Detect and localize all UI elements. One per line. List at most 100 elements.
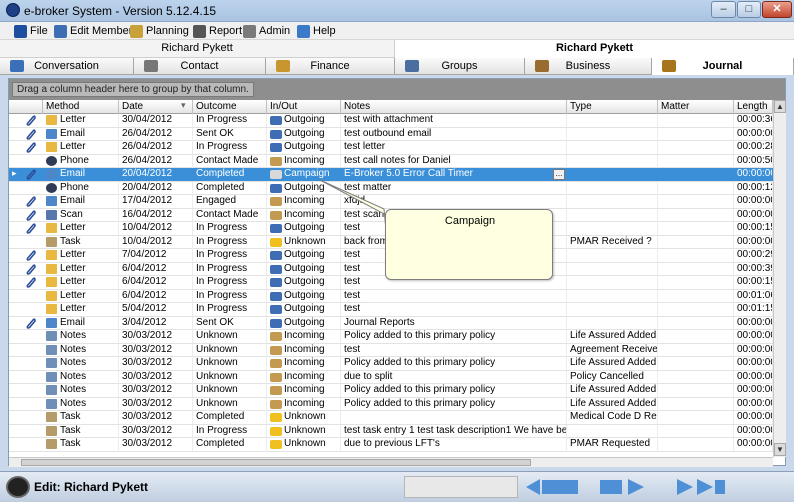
tab-finance[interactable]: Finance	[266, 58, 395, 75]
tab-business[interactable]: Business	[525, 58, 652, 75]
date-text: 30/03/2012	[122, 343, 173, 355]
email-icon	[46, 196, 57, 206]
task-icon	[46, 439, 57, 449]
table-row[interactable]: Letter 6/04/2012 In Progress Outgoing test 00…	[9, 289, 773, 303]
cell-io: Incoming	[267, 330, 341, 343]
length-text: 00:00:00	[737, 438, 773, 449]
table-row[interactable]: Task 30/03/2012 Completed Unknown Medical Co…	[9, 411, 773, 425]
menu-admin[interactable]: Admin	[243, 24, 290, 39]
cell-method: Email	[43, 127, 119, 141]
horizontal-scroll-thumb[interactable]	[21, 459, 531, 466]
table-row[interactable]: Notes 30/03/2012 Unknown Incoming Policy add…	[9, 397, 773, 411]
table-row[interactable]: Notes 30/03/2012 Unknown Incoming Policy add…	[9, 330, 773, 344]
tab-contact[interactable]: Contact	[134, 58, 266, 75]
cell-method: Letter	[43, 114, 119, 127]
length-text: 00:00:36	[737, 114, 773, 125]
vertical-scrollbar[interactable]: ▲ ▼	[773, 100, 786, 457]
incoming-icon	[270, 399, 282, 409]
menu-planning[interactable]: Planning	[130, 24, 189, 39]
cell-length: 00:00:00	[734, 357, 773, 370]
cell-matter	[658, 397, 734, 411]
outcome-text: Unknown	[196, 357, 238, 368]
cell-date: 26/04/2012	[119, 141, 193, 154]
cell-outcome: Unknown	[193, 330, 267, 343]
scroll-up-icon[interactable]: ▲	[774, 100, 786, 113]
header-matter[interactable]: Matter	[658, 100, 734, 114]
cell-type	[567, 127, 658, 141]
notes-ellipsis-button[interactable]: ...	[553, 169, 565, 180]
cell-method: Letter	[43, 141, 119, 154]
cell-method: Task	[43, 235, 119, 249]
cell-date: 30/03/2012	[119, 357, 193, 370]
method-text: Scan	[60, 208, 83, 220]
notes-text: due to previous LFT's	[344, 438, 440, 449]
header-in-out[interactable]: In/Out	[267, 100, 341, 114]
cell-method: Task	[43, 411, 119, 424]
table-row[interactable]: Task 30/03/2012 In Progress Unknown test tas…	[9, 424, 773, 438]
tab-journal[interactable]: Journal	[652, 58, 794, 75]
cell-io: Outgoing	[267, 249, 341, 262]
table-row[interactable]: Task 30/03/2012 Completed Unknown due to pre…	[9, 438, 773, 452]
outgoing-icon	[270, 305, 282, 314]
tab-conversation[interactable]: Conversation	[0, 58, 134, 75]
notes-text: Policy added to this primary policy	[344, 357, 496, 368]
letter-icon	[46, 290, 57, 301]
cell-io: Outgoing	[267, 289, 341, 303]
maximize-button[interactable]: □	[737, 1, 761, 18]
first-record-icon[interactable]	[526, 478, 582, 496]
notes-icon	[46, 398, 57, 409]
group-by-area[interactable]: Drag a column header here to group by th…	[9, 79, 785, 100]
cell-method: Notes	[43, 343, 119, 357]
io-text: Outgoing	[284, 114, 325, 125]
incoming-icon	[270, 197, 282, 206]
table-row[interactable]: Notes 30/03/2012 Unknown Incoming Policy add…	[9, 357, 773, 371]
table-row[interactable]: Email 3/04/2012 Sent OK Outgoing Journal Rep…	[9, 316, 773, 330]
cell-method: Notes	[43, 357, 119, 370]
cell-outcome: In Progress	[193, 262, 267, 276]
letter-icon	[46, 115, 57, 125]
menu-edit-member[interactable]: Edit Member	[54, 24, 132, 39]
cell-type: Life Assured Added	[567, 357, 658, 370]
cell-matter	[658, 222, 734, 235]
io-text: Outgoing	[284, 289, 325, 301]
menu-help[interactable]: Help	[297, 24, 336, 39]
tab-groups[interactable]: Groups	[395, 58, 525, 75]
scroll-down-icon[interactable]: ▼	[774, 443, 786, 456]
table-row[interactable]: Phone 26/04/2012 Contact Made Incoming test …	[9, 154, 773, 168]
length-text: 00:00:00	[737, 343, 773, 355]
method-text: Letter	[60, 114, 86, 125]
menu-label: Admin	[259, 25, 291, 37]
header-outcome[interactable]: Outcome	[193, 100, 267, 114]
method-text: Email	[60, 168, 86, 179]
menu-file[interactable]: File	[14, 24, 48, 39]
header-method[interactable]: Method	[43, 100, 119, 114]
horizontal-scrollbar[interactable]	[9, 457, 773, 467]
table-row[interactable]: Letter 5/04/2012 In Progress Outgoing test 00…	[9, 303, 773, 317]
last-record-icon[interactable]	[675, 478, 727, 496]
cell-date: 6/04/2012	[119, 262, 193, 276]
table-row[interactable]: Notes 30/03/2012 Unknown Incoming test Agreem…	[9, 343, 773, 357]
menu-report[interactable]: Report	[193, 24, 242, 39]
header-length[interactable]: Length	[734, 100, 773, 114]
table-row[interactable]: Letter 26/04/2012 In Progress Outgoing test …	[9, 141, 773, 155]
date-text: 5/04/2012	[122, 303, 167, 314]
cell-date: 20/04/2012	[119, 181, 193, 195]
notes-text: test with attachment	[344, 114, 433, 125]
table-row[interactable]: Notes 30/03/2012 Unknown Incoming Policy add…	[9, 384, 773, 398]
previous-next-icon[interactable]	[600, 478, 650, 496]
table-row[interactable]: Email 26/04/2012 Sent OK Outgoing test outbo…	[9, 127, 773, 141]
date-text: 30/03/2012	[122, 438, 173, 449]
outcome-text: In Progress	[196, 141, 248, 152]
outcome-text: In Progress	[196, 235, 248, 247]
minimize-button[interactable]: –	[711, 1, 736, 18]
cell-outcome: Sent OK	[193, 127, 267, 141]
cell-notes: test task entry 1 test task description1…	[341, 424, 567, 438]
table-row[interactable]: Letter 30/04/2012 In Progress Outgoing test …	[9, 114, 773, 128]
cell-date: 30/03/2012	[119, 330, 193, 343]
notes-text: test	[344, 289, 361, 301]
header-type[interactable]: Type	[567, 100, 658, 114]
tab-label: Journal	[702, 60, 743, 72]
header-notes[interactable]: Notes	[341, 100, 567, 114]
close-button[interactable]: ✕	[762, 1, 792, 18]
table-row[interactable]: Notes 30/03/2012 Unknown Incoming due to spl…	[9, 370, 773, 384]
